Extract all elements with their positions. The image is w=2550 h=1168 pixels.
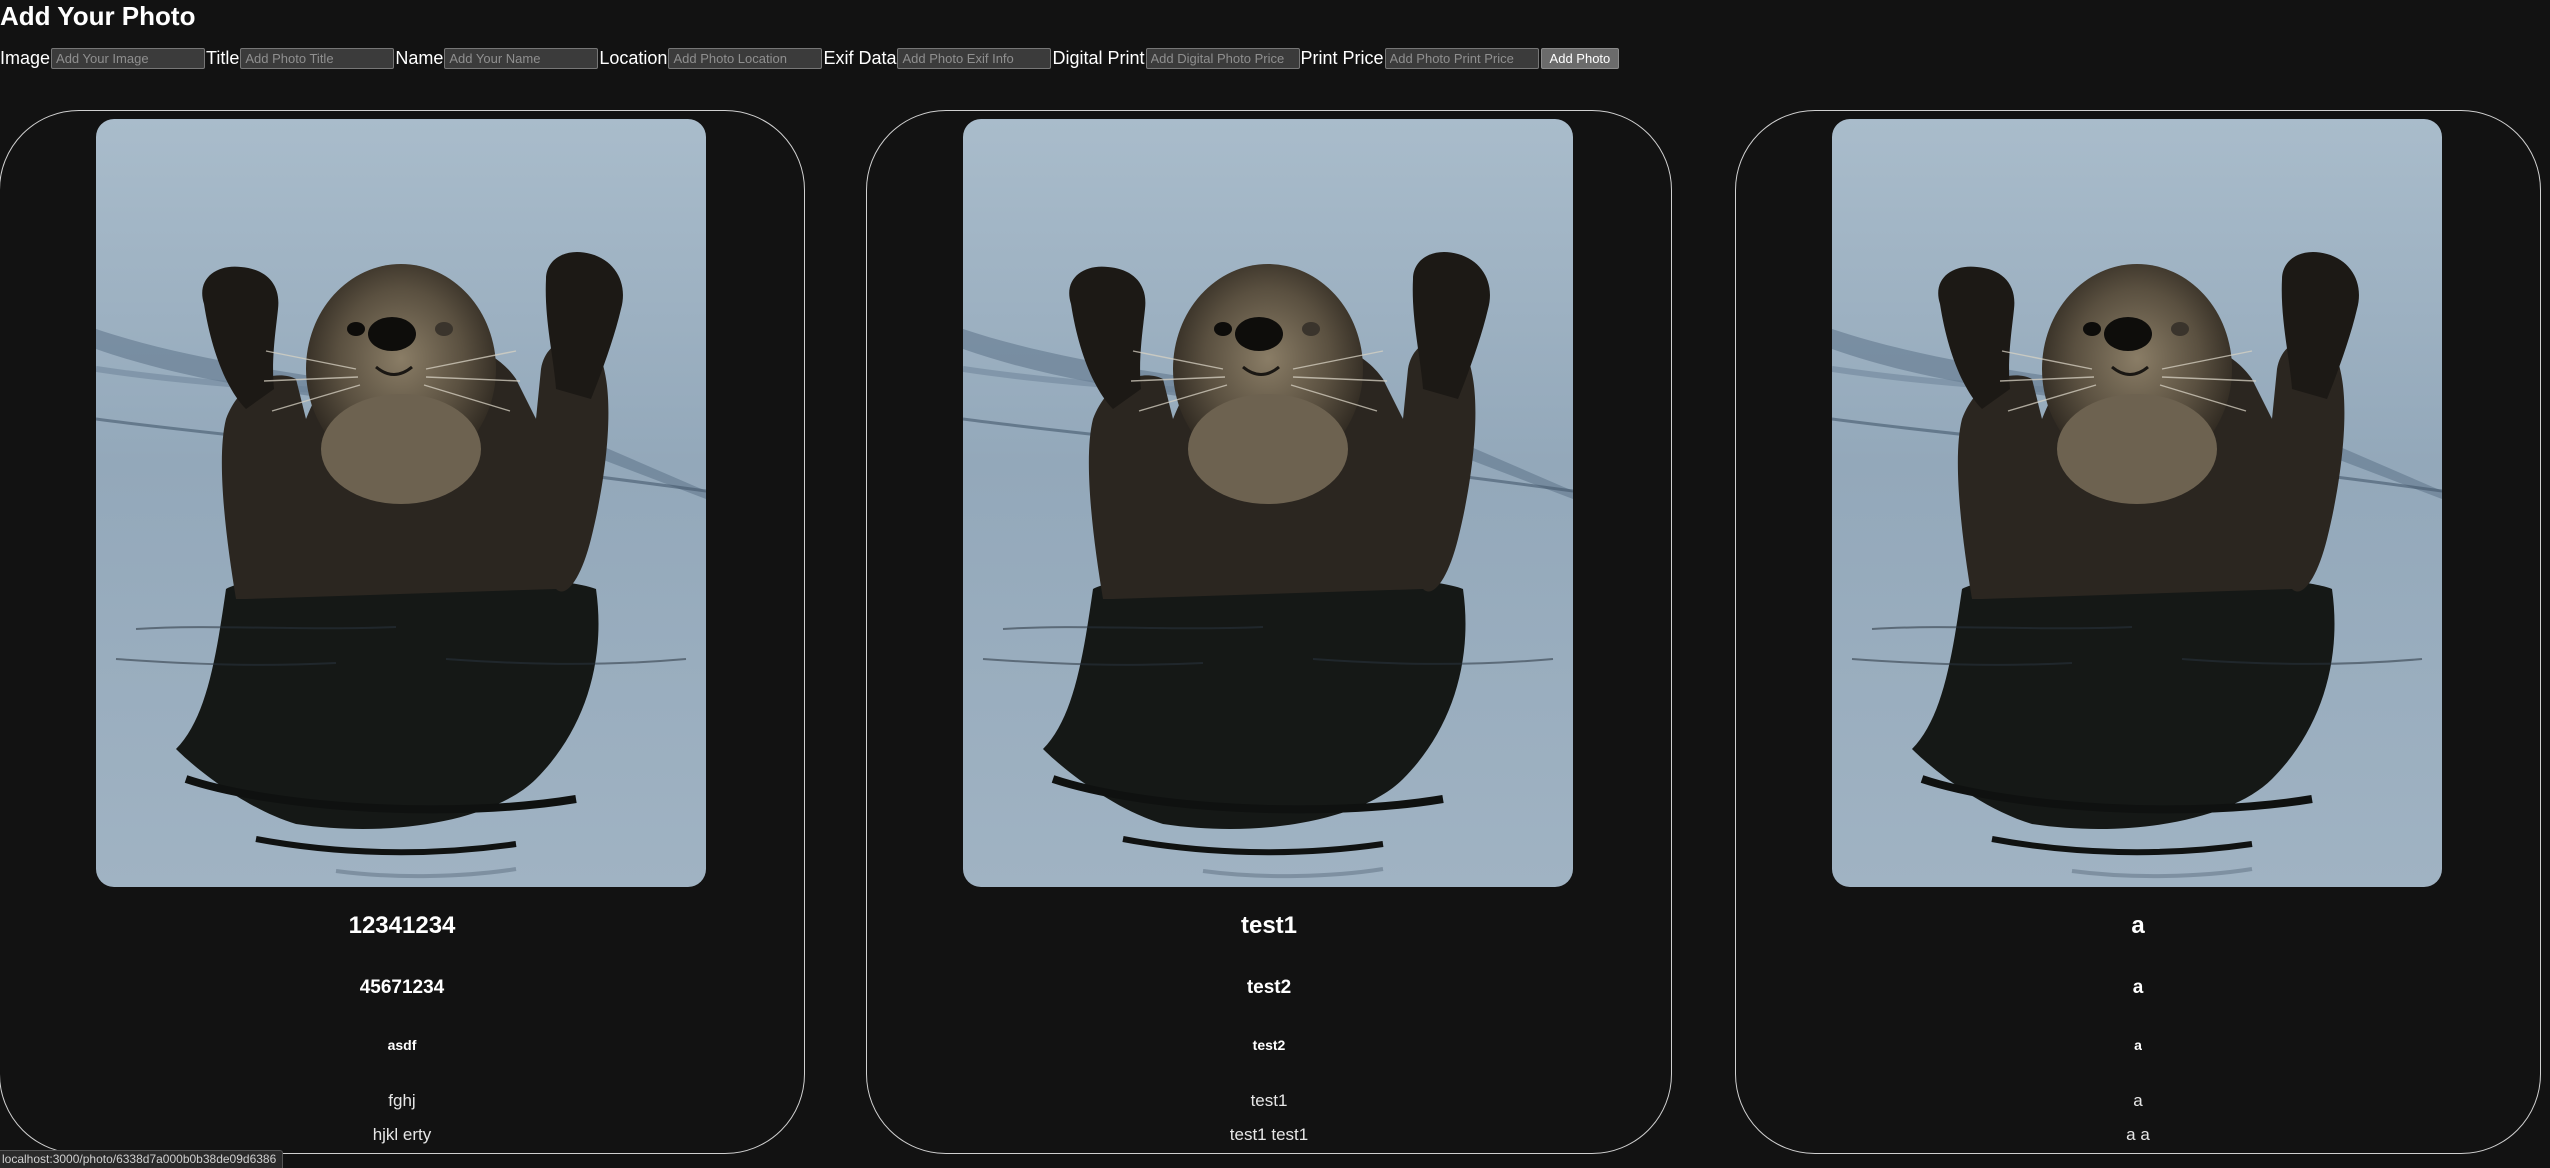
- otter-image: [96, 119, 706, 887]
- photo-image[interactable]: [96, 119, 706, 887]
- otter-image: [963, 119, 1573, 887]
- exif-label: Exif Data: [823, 48, 897, 68]
- photo-title: 12341234: [348, 912, 456, 939]
- add-photo-form: Image Title Name Location Exif Data Digi…: [0, 46, 1620, 70]
- image-label: Image: [0, 48, 51, 68]
- photo-exif: a: [2133, 1091, 2143, 1110]
- photo-title: a: [2131, 912, 2145, 939]
- location-label: Location: [599, 48, 668, 68]
- photo-title: test1: [1240, 912, 1298, 939]
- page-title: Add Your Photo: [0, 1, 196, 31]
- photographer-name: a: [2132, 977, 2144, 998]
- photographer-name: test2: [1246, 977, 1292, 998]
- photo-card[interactable]: a a a a a a: [1735, 110, 2541, 1154]
- name-label: Name: [395, 48, 444, 68]
- photo-location: asdf: [387, 1037, 417, 1053]
- photo-image[interactable]: [963, 119, 1573, 887]
- photo-prices: hjkl erty: [372, 1125, 432, 1144]
- status-bar-url: localhost:3000/photo/6338d7a000b0b38de09…: [0, 1150, 284, 1168]
- photographer-name: 45671234: [359, 977, 445, 998]
- location-input[interactable]: [668, 47, 823, 69]
- photo-exif: fghj: [388, 1091, 416, 1110]
- photo-prices: test1 test1: [1229, 1125, 1309, 1144]
- photo-card[interactable]: test1 test2 test2 test1 test1 test1: [866, 110, 1672, 1154]
- photo-prices: a a: [2126, 1125, 2150, 1144]
- photo-location: test2: [1252, 1037, 1286, 1053]
- title-label: Title: [206, 48, 240, 68]
- print-price-input[interactable]: [1384, 47, 1539, 69]
- photo-card[interactable]: 12341234 45671234 asdf fghj hjkl erty: [0, 110, 805, 1154]
- title-input[interactable]: [240, 47, 395, 69]
- name-input[interactable]: [444, 47, 599, 69]
- digital-print-label: Digital Print: [1052, 48, 1145, 68]
- otter-image: [1832, 119, 2442, 887]
- print-price-label: Print Price: [1300, 48, 1384, 68]
- photo-image[interactable]: [1832, 119, 2442, 887]
- photo-exif: test1: [1250, 1091, 1288, 1110]
- add-photo-button[interactable]: Add Photo: [1540, 47, 1620, 69]
- photo-location: a: [2134, 1037, 2142, 1053]
- image-input[interactable]: [51, 47, 206, 69]
- exif-input[interactable]: [897, 47, 1052, 69]
- digital-print-input[interactable]: [1145, 47, 1300, 69]
